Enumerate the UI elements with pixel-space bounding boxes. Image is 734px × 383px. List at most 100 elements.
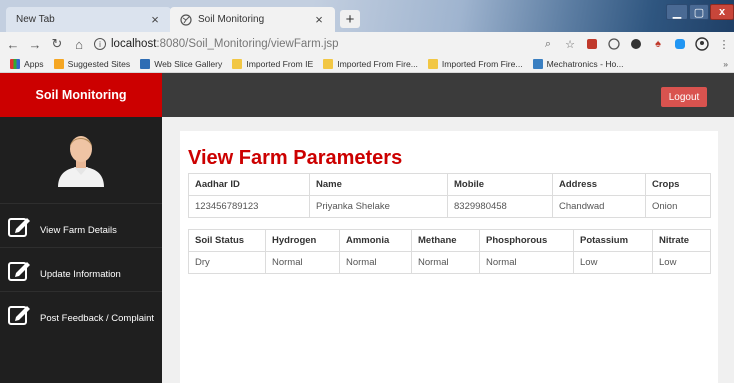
browser-toolbar: ← → ↻ ⌂ i localhost:8080/Soil_Monitoring…	[0, 32, 734, 56]
table-cell: Normal	[265, 251, 340, 274]
table-header-row: Soil Status Hydrogen Ammonia Methane Pho…	[188, 229, 711, 252]
sidebar-item-label: Post Feedback / Complaint	[40, 313, 155, 324]
folder-icon	[427, 59, 438, 69]
reload-icon[interactable]: ↻	[48, 36, 66, 52]
table-row: Dry Normal Normal Normal Normal Low Low	[188, 251, 711, 274]
close-icon[interactable]: ×	[149, 12, 161, 27]
profile-icon[interactable]	[694, 36, 710, 52]
column-header: Soil Status	[188, 229, 266, 252]
column-header: Nitrate	[652, 229, 711, 252]
table-cell: 8329980458	[447, 195, 553, 218]
avatar	[58, 136, 104, 187]
table-row: 123456789123 Priyanka Shelake 8329980458…	[188, 195, 711, 218]
bookmark-imported-firefox-2[interactable]: Imported From Fire...	[427, 59, 523, 69]
sidebar-item-label: View Farm Details	[40, 225, 117, 236]
table-cell: Normal	[479, 251, 574, 274]
page-title: View Farm Parameters	[188, 147, 403, 169]
sidebar-item-view-farm-details[interactable]: View Farm Details	[0, 203, 162, 247]
app-topbar: Soil Monitoring Logout	[0, 73, 734, 117]
table-cell: Onion	[645, 195, 711, 218]
apps-icon	[10, 59, 20, 69]
app-brand[interactable]: Soil Monitoring	[0, 73, 162, 117]
extension-red-glyph	[587, 39, 597, 49]
table-cell: Chandwad	[552, 195, 646, 218]
bookmark-imported-firefox-1[interactable]: Imported From Fire...	[323, 59, 418, 69]
table-cell: 123456789123	[188, 195, 310, 218]
column-header: Address	[552, 173, 646, 196]
bookmarks-overflow-icon[interactable]: »	[723, 59, 728, 69]
home-icon[interactable]: ⌂	[70, 37, 88, 52]
minimize-button[interactable]: ▁	[666, 4, 688, 20]
forward-icon[interactable]: →	[26, 37, 44, 52]
soil-parameters-table: Soil Status Hydrogen Ammonia Methane Pho…	[188, 229, 711, 274]
plus-icon: +	[345, 10, 355, 28]
new-tab-button[interactable]: +	[340, 10, 360, 28]
sidebar-item-update-information[interactable]: Update Information	[0, 247, 162, 291]
table-cell: Low	[652, 251, 711, 274]
extension-gauge-icon[interactable]	[606, 36, 622, 52]
column-header: Methane	[411, 229, 480, 252]
extension-red-icon[interactable]	[584, 36, 600, 52]
bookmark-label: Apps	[24, 59, 44, 69]
bookmark-label: Suggested Sites	[67, 59, 131, 69]
table-cell: Low	[573, 251, 653, 274]
address-bar[interactable]: i localhost:8080/Soil_Monitoring/viewFar…	[94, 34, 537, 54]
column-header: Mobile	[447, 173, 553, 196]
maximize-button[interactable]: ▢	[689, 4, 709, 20]
farmer-details-table: Aadhar ID Name Mobile Address Crops 1234…	[188, 173, 711, 218]
bookmark-mechatronics[interactable]: Mechatronics - Ho...	[532, 59, 623, 69]
tab-label: New Tab	[16, 14, 55, 25]
edit-icon	[8, 217, 30, 237]
tab-soil-monitoring[interactable]: Soil Monitoring ×	[170, 7, 335, 32]
web-page: Soil Monitoring Logout View Farm Details…	[0, 73, 734, 383]
close-icon: x	[718, 6, 726, 18]
close-window-button[interactable]: x	[710, 4, 734, 20]
column-header: Name	[309, 173, 448, 196]
bookmark-imported-ie[interactable]: Imported From IE	[232, 59, 313, 69]
table-cell: Normal	[411, 251, 480, 274]
bookmark-web-slice-gallery[interactable]: Web Slice Gallery	[140, 59, 222, 69]
extension-blue-icon[interactable]	[672, 36, 688, 52]
column-header: Ammonia	[339, 229, 412, 252]
sidebar-item-post-feedback[interactable]: Post Feedback / Complaint	[0, 291, 162, 335]
url-host: localhost	[111, 38, 157, 50]
sidebar: View Farm Details Update Information Pos…	[0, 117, 162, 383]
info-icon[interactable]: i	[94, 38, 106, 50]
mechatronics-icon	[532, 59, 543, 69]
suggested-sites-icon	[53, 59, 64, 69]
bookmark-label: Imported From Fire...	[337, 59, 418, 69]
logout-button[interactable]: Logout	[661, 87, 707, 107]
profile-glyph	[695, 37, 709, 51]
bookmarks-bar: Apps Suggested Sites Web Slice Gallery I…	[0, 56, 734, 73]
folder-icon	[323, 59, 334, 69]
edit-icon	[8, 305, 30, 325]
dark-dot-glyph	[631, 39, 641, 49]
extension-dark-icon[interactable]	[628, 36, 644, 52]
tab-new-tab[interactable]: New Tab ×	[6, 7, 171, 32]
column-header: Phosphorous	[479, 229, 574, 252]
bookmark-apps[interactable]: Apps	[10, 59, 44, 69]
blue-s-glyph	[675, 39, 685, 49]
extension-figure-icon[interactable]: ♠	[650, 36, 666, 52]
column-header: Potassium	[573, 229, 653, 252]
back-icon[interactable]: ←	[4, 37, 22, 52]
table-cell: Priyanka Shelake	[309, 195, 448, 218]
url-path: :8080/Soil_Monitoring/viewFarm.jsp	[156, 38, 339, 50]
maximize-icon: ▢	[693, 6, 705, 19]
globe-icon	[180, 13, 192, 26]
browser-titlebar: New Tab × Soil Monitoring × + ▁ ▢ x	[0, 0, 734, 32]
menu-icon[interactable]: ⋮	[716, 36, 732, 52]
zoom-icon[interactable]: ⌕	[540, 36, 556, 52]
star-icon[interactable]: ☆	[562, 36, 578, 52]
folder-icon	[232, 59, 243, 69]
edit-icon	[8, 261, 30, 281]
bookmark-suggested-sites[interactable]: Suggested Sites	[53, 59, 131, 69]
close-icon[interactable]: ×	[313, 12, 325, 27]
main-content: View Farm Parameters Aadhar ID Name Mobi…	[180, 131, 718, 383]
column-header: Crops	[645, 173, 711, 196]
table-header-row: Aadhar ID Name Mobile Address Crops	[188, 173, 711, 196]
bookmark-label: Imported From Fire...	[441, 59, 523, 69]
table-cell: Normal	[339, 251, 412, 274]
tab-label: Soil Monitoring	[198, 14, 265, 25]
column-header: Hydrogen	[265, 229, 340, 252]
